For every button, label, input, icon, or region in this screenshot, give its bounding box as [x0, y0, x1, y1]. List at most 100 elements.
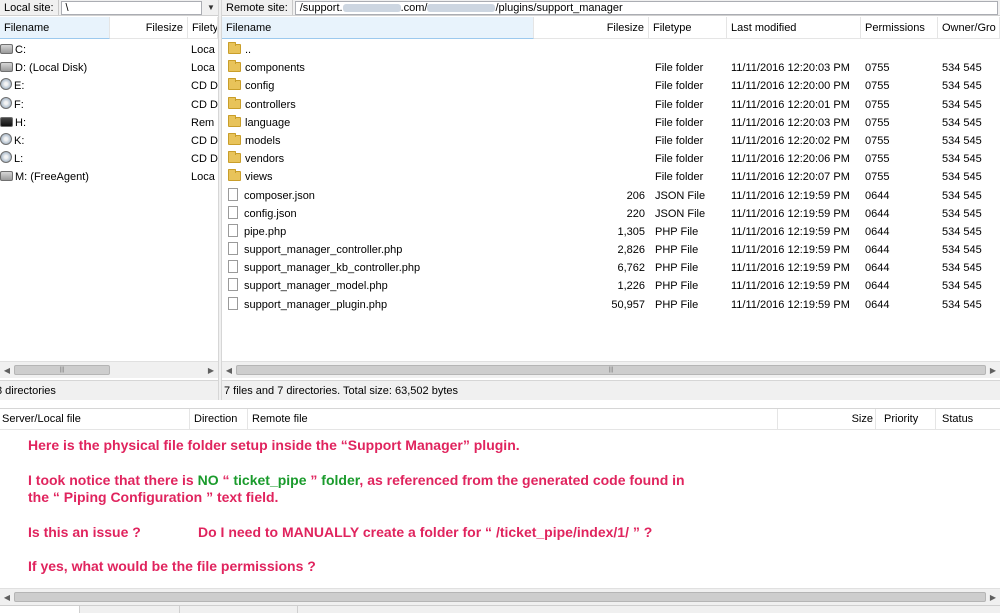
list-item[interactable]: composer.json 206 JSON File 11/11/2016 12:1… [222, 187, 1000, 205]
cell-filesize [534, 77, 645, 95]
cell-filetype: File folder [655, 98, 704, 111]
remote-file-list: Filename Filesize Filetype Last modified… [222, 17, 1000, 359]
cell-filetype: PHP File [655, 280, 699, 293]
col-header-status[interactable]: Status [936, 409, 1000, 430]
cell-last-modified: 11/11/2016 12:20:02 PM [731, 134, 850, 147]
col-header-remote-file[interactable]: Remote file [248, 409, 778, 430]
cd-drive-icon [0, 96, 12, 109]
col-header-permissions[interactable]: Permissions [861, 17, 938, 39]
filename-text: components [245, 62, 305, 75]
list-item[interactable]: language File folder 11/11/2016 12:20:03 P… [222, 114, 1000, 132]
remote-path-prefix: /support. [299, 1, 343, 14]
cell-last-modified: 11/11/2016 12:19:59 PM [731, 207, 850, 220]
file-icon [228, 187, 238, 201]
cell-permissions: 0644 [865, 262, 890, 275]
list-item[interactable]: support_manager_plugin.php 50,957 PHP File… [222, 296, 1000, 314]
list-item[interactable]: vendors File folder 11/11/2016 12:20:06 PM… [222, 150, 1000, 168]
file-icon [228, 242, 238, 256]
list-item[interactable]: .. [222, 41, 1000, 59]
list-item[interactable]: D: (Local Disk) Loca [0, 59, 218, 77]
list-item[interactable]: C: Loca [0, 41, 218, 59]
local-status-bar: 8 directories [0, 380, 218, 400]
cell-last-modified: 11/11/2016 12:19:59 PM [731, 225, 850, 238]
chevron-down-icon[interactable]: ▼ [204, 1, 218, 15]
filename-text: views [245, 171, 273, 184]
list-item[interactable]: F: CD D [0, 96, 218, 114]
scroll-right-icon[interactable]: ▶ [204, 362, 218, 378]
remote-path-mid: .com/ [400, 1, 428, 14]
scroll-left-icon[interactable]: ◀ [222, 362, 236, 378]
col-header-filename[interactable]: Filename [0, 17, 110, 39]
local-site-path-input[interactable]: \ [60, 0, 202, 15]
scroll-left-icon[interactable]: ◀ [0, 589, 14, 605]
cell-last-modified: 11/11/2016 12:20:03 PM [731, 62, 850, 75]
local-horizontal-scrollbar[interactable]: ◀ ||| ▶ [0, 361, 218, 378]
remote-site-bar: Remote site: /support. .com/ /plugins/su… [222, 0, 1000, 16]
list-item[interactable]: H: Rem [0, 114, 218, 132]
cell-owner-group: 534 545 [942, 298, 982, 311]
col-header-filename[interactable]: Filename [222, 17, 534, 39]
list-item[interactable]: controllers File folder 11/11/2016 12:20:0… [222, 96, 1000, 114]
cell-owner-group: 534 545 [942, 262, 982, 275]
cell-permissions [865, 41, 938, 59]
tab-successful-transfers[interactable] [180, 606, 298, 613]
list-item[interactable]: M: (FreeAgent) Loca [0, 168, 218, 186]
col-header-last-modified[interactable]: Last modified [727, 17, 861, 39]
scroll-right-icon[interactable]: ▶ [986, 362, 1000, 378]
col-header-size[interactable]: Size [778, 409, 876, 430]
remote-site-path-input[interactable]: /support. .com/ /plugins/support_manager [294, 0, 998, 15]
cell-filetype: JSON File [655, 207, 706, 220]
scroll-thumb[interactable]: ||| [236, 365, 986, 375]
cell-filetype: File folder [655, 62, 704, 75]
queue-horizontal-scrollbar[interactable]: ◀ ▶ [0, 588, 1000, 605]
cell-owner-group: 534 545 [942, 280, 982, 293]
tab-queued-files[interactable] [0, 606, 80, 613]
folder-icon [228, 114, 241, 127]
tab-failed-transfers[interactable] [80, 606, 180, 613]
list-item[interactable]: components File folder 11/11/2016 12:20:03… [222, 59, 1000, 77]
cell-filesize [534, 96, 645, 114]
col-header-filetype[interactable]: Filetype [649, 17, 727, 39]
remote-horizontal-scrollbar[interactable]: ◀ ||| ▶ [222, 361, 1000, 378]
cell-filename: composer.json [228, 187, 528, 205]
list-item[interactable]: L: CD D [0, 150, 218, 168]
list-item[interactable]: support_manager_controller.php 2,826 PHP F… [222, 241, 1000, 259]
list-item[interactable]: E: CD D [0, 77, 218, 95]
cell-permissions: 0644 [865, 244, 890, 257]
list-item[interactable]: support_manager_kb_controller.php 6,762 PH… [222, 259, 1000, 277]
list-item[interactable]: models File folder 11/11/2016 12:20:02 PM 0… [222, 132, 1000, 150]
cell-filetype: File folder [655, 116, 704, 129]
cell-last-modified: 11/11/2016 12:20:06 PM [731, 153, 850, 166]
cell-filesize: 6,762 [617, 262, 645, 275]
filename-text: config [245, 80, 275, 93]
cell-filetype: File folder [655, 134, 704, 147]
scroll-thumb[interactable] [14, 592, 986, 602]
col-header-direction[interactable]: Direction [190, 409, 248, 430]
cell-owner-group: 534 545 [942, 171, 982, 184]
drive-icon [0, 44, 13, 54]
local-list-header: Filename Filesize Filety [0, 17, 218, 39]
list-item[interactable]: config File folder 11/11/2016 12:20:00 PM 0… [222, 77, 1000, 95]
list-item[interactable]: K: CD D [0, 132, 218, 150]
scroll-left-icon[interactable]: ◀ [0, 362, 14, 378]
cell-owner-group: 534 545 [942, 189, 982, 202]
list-item[interactable]: views File folder 11/11/2016 12:20:07 PM 07… [222, 168, 1000, 186]
cell-owner-group: 534 545 [942, 225, 982, 238]
list-item[interactable]: support_manager_model.php 1,226 PHP File 11… [222, 277, 1000, 295]
cell-filename: .. [228, 41, 528, 59]
col-header-server-local-file[interactable]: Server/Local file [0, 409, 190, 430]
filename-text: pipe.php [244, 225, 287, 238]
col-header-filetype[interactable]: Filety [188, 17, 218, 39]
queue-tabs [0, 605, 1000, 613]
col-header-filesize[interactable]: Filesize [534, 17, 649, 39]
note-line-4b: Do I need to MANUALLY create a folder fo… [198, 524, 653, 540]
col-header-filesize[interactable]: Filesize [110, 17, 188, 39]
cell-filename: controllers [228, 96, 528, 114]
list-item[interactable]: pipe.php 1,305 PHP File 11/11/2016 12:19:59… [222, 223, 1000, 241]
list-item[interactable]: config.json 220 JSON File 11/11/2016 12:19:… [222, 205, 1000, 223]
scroll-thumb[interactable]: ||| [14, 365, 110, 375]
col-header-owner-group[interactable]: Owner/Gro [938, 17, 1000, 39]
col-header-priority[interactable]: Priority [876, 409, 936, 430]
cell-owner-group: 534 545 [942, 134, 982, 147]
scroll-right-icon[interactable]: ▶ [986, 589, 1000, 605]
